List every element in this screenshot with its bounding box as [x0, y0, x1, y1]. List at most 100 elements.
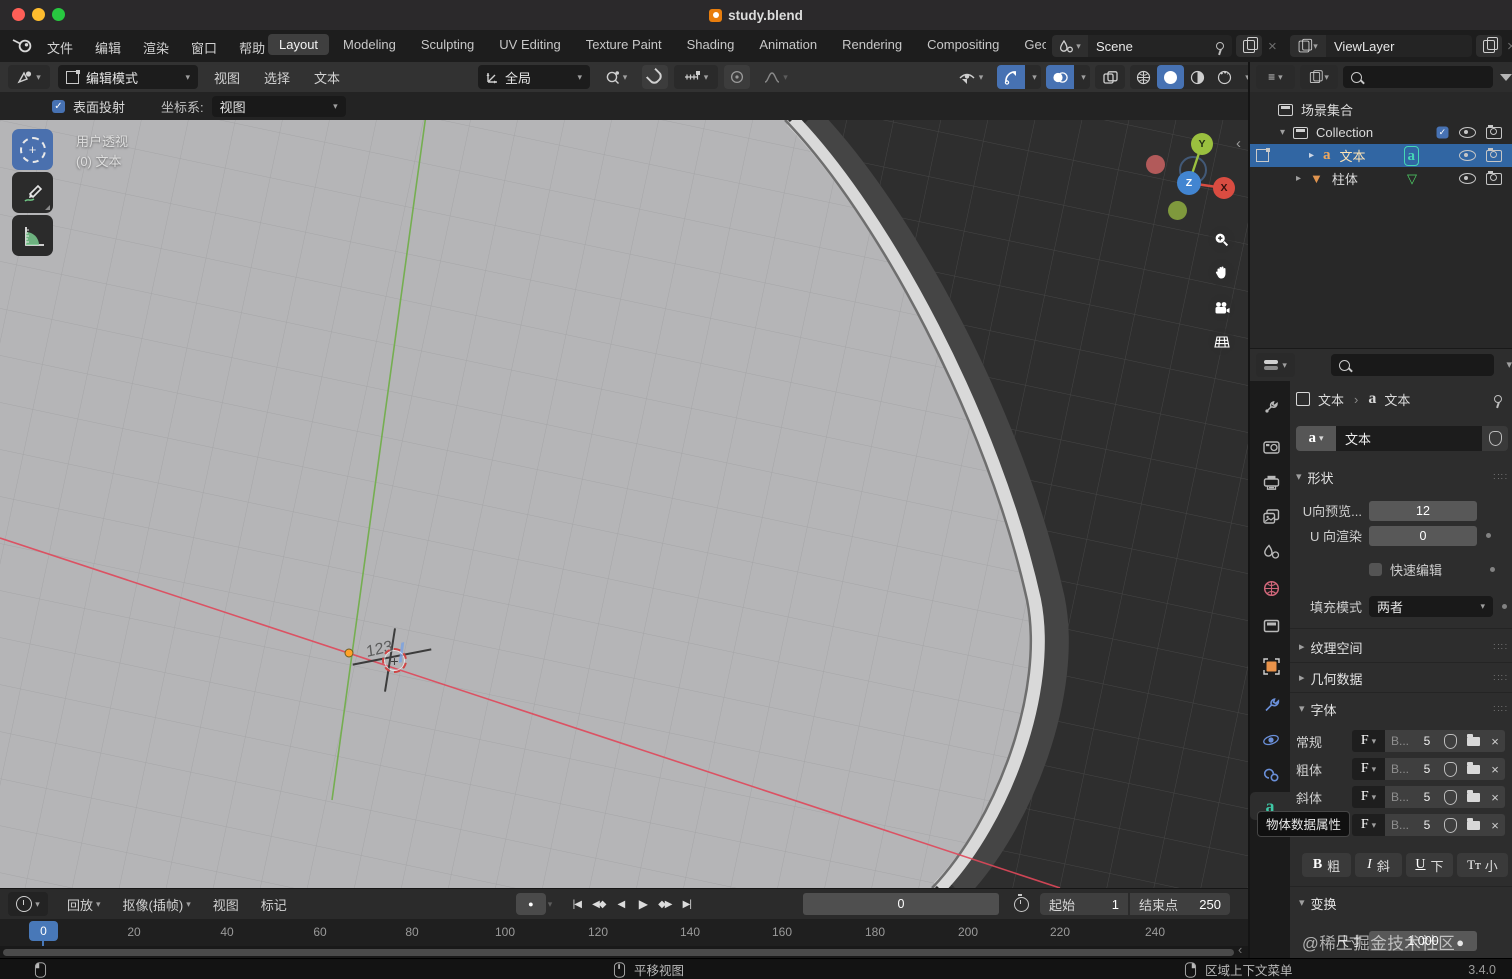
- workspace-tab-shading[interactable]: Shading: [676, 34, 746, 55]
- properties-editor-type-dropdown[interactable]: ▾: [1256, 353, 1296, 377]
- tab-collection-props[interactable]: [1254, 612, 1288, 640]
- jump-to-end-button[interactable]: ▶|: [676, 894, 697, 915]
- geometry-panel-header[interactable]: ▸ 几何数据 ∷∷: [1296, 667, 1508, 689]
- workspace-tab-texture-paint[interactable]: Texture Paint: [575, 34, 673, 55]
- font-browse-dropdown[interactable]: F ▾: [1352, 730, 1385, 752]
- menu-select[interactable]: 选择: [256, 68, 298, 87]
- outliner-row-text-object[interactable]: ▸ a 文本 a: [1250, 144, 1512, 167]
- gizmo-axis-x-ball[interactable]: X: [1213, 177, 1235, 199]
- overlays-dropdown[interactable]: ▾: [1074, 65, 1090, 89]
- use-preview-range-button[interactable]: [1007, 893, 1035, 915]
- menu-view-timeline[interactable]: 视图: [202, 895, 250, 914]
- shape-panel-header[interactable]: ▾ 形状 ∷∷: [1296, 466, 1508, 488]
- gizmo-axis-neg-y-ball[interactable]: [1168, 201, 1187, 220]
- camera-render-icon[interactable]: [1486, 147, 1502, 162]
- font-fake-user-button[interactable]: [1439, 730, 1462, 752]
- filter-funnel-icon[interactable]: [1500, 73, 1512, 81]
- scene-browse-button[interactable]: ▾: [1052, 35, 1088, 57]
- panel-grip-icon[interactable]: ∷∷: [1493, 704, 1508, 715]
- proportional-falloff-dropdown[interactable]: ▾: [756, 65, 796, 89]
- viewlayer-new-button[interactable]: [1476, 35, 1502, 57]
- transform-panel-header[interactable]: ▾ 变换: [1296, 892, 1508, 914]
- scene-unlink-icon[interactable]: ×: [1268, 39, 1277, 54]
- font-unlink-button[interactable]: ×: [1485, 786, 1505, 808]
- tab-tool[interactable]: [1254, 392, 1288, 420]
- outliner-display-mode-dropdown[interactable]: ≡ ▾: [1256, 65, 1295, 89]
- cursor-tool-button[interactable]: +: [12, 129, 53, 170]
- font-open-button[interactable]: [1462, 758, 1485, 780]
- pivot-point-dropdown[interactable]: ▾: [596, 65, 636, 89]
- active-tool-dropdown[interactable]: ▾: [8, 65, 50, 89]
- snap-settings-dropdown[interactable]: ▾: [674, 65, 718, 89]
- outliner-row-collection[interactable]: ▾ Collection ✓: [1250, 121, 1512, 144]
- viewlayer-browse-button[interactable]: ▾: [1290, 35, 1326, 57]
- outliner-row-scene-collection[interactable]: 场景集合: [1250, 98, 1512, 121]
- timeline-scrollbar[interactable]: [3, 949, 1234, 956]
- annotate-tool-button[interactable]: [12, 172, 53, 213]
- measure-tool-button[interactable]: [12, 215, 53, 256]
- disclosure-closed-icon[interactable]: ▸: [1309, 150, 1314, 161]
- workspace-tab-sculpting[interactable]: Sculpting: [410, 34, 485, 55]
- texture-space-panel-header[interactable]: ▸ 纹理空间 ∷∷: [1296, 636, 1508, 658]
- fake-user-button[interactable]: [1482, 426, 1508, 451]
- tab-modifiers[interactable]: [1254, 690, 1288, 718]
- workspace-tab-modeling[interactable]: Modeling: [332, 34, 407, 55]
- outliner-search-input[interactable]: [1343, 66, 1493, 88]
- id-name-field[interactable]: 文本: [1336, 426, 1482, 451]
- tab-physics[interactable]: [1254, 726, 1288, 754]
- orientation-select[interactable]: 视图 ▾: [211, 96, 346, 117]
- fast-edit-checkbox[interactable]: ✓: [1369, 563, 1382, 576]
- snap-toggle-button[interactable]: [642, 65, 668, 89]
- menu-window[interactable]: 窗口: [180, 38, 228, 57]
- tab-object[interactable]: [1254, 652, 1288, 680]
- font-panel-header[interactable]: ▾ 字体 ∷∷: [1296, 698, 1508, 720]
- current-frame-field[interactable]: 0: [803, 893, 999, 915]
- pin-icon[interactable]: [1494, 395, 1502, 403]
- eye-visibility-icon[interactable]: [1459, 127, 1476, 138]
- tab-scene[interactable]: [1254, 538, 1288, 566]
- shading-wireframe-button[interactable]: [1130, 65, 1157, 89]
- shading-rendered-button[interactable]: [1211, 65, 1238, 89]
- transform-orientation-dropdown[interactable]: 全局 ▾: [478, 65, 590, 89]
- animate-dot[interactable]: [1490, 567, 1495, 572]
- font-unlink-button[interactable]: ×: [1485, 814, 1505, 836]
- xray-toggle-button[interactable]: [1095, 65, 1125, 89]
- timeline-ruler[interactable]: 20 40 60 80 100 120 140 160 180 200 220 …: [0, 919, 1248, 949]
- overlays-toggle-button[interactable]: [1046, 65, 1074, 89]
- fill-mode-select[interactable]: 两者 ▾: [1369, 596, 1493, 617]
- region-collapse-icon[interactable]: ‹: [1238, 942, 1242, 957]
- tab-world[interactable]: [1254, 574, 1288, 602]
- font-users-count[interactable]: 5: [1415, 786, 1439, 808]
- scene-name-field[interactable]: Scene: [1088, 35, 1232, 57]
- tab-output[interactable]: [1254, 468, 1288, 496]
- workspace-tab-geometry-nodes[interactable]: Geometry Nodes: [1013, 34, 1046, 55]
- frame-end-field[interactable]: 结束点 250: [1130, 893, 1230, 915]
- font-name-field[interactable]: B...: [1385, 730, 1415, 752]
- pan-view-button[interactable]: [1208, 259, 1235, 286]
- menu-render[interactable]: 渲染: [132, 38, 180, 57]
- font-open-button[interactable]: [1462, 786, 1485, 808]
- disclosure-closed-icon[interactable]: ▸: [1296, 173, 1301, 184]
- font-name-field[interactable]: B...: [1385, 814, 1415, 836]
- collection-exclude-checkbox[interactable]: ✓: [1436, 126, 1449, 139]
- outliner-collapse-icon[interactable]: ‹: [1236, 135, 1241, 152]
- menu-keying[interactable]: 抠像(插帧) ▾: [112, 895, 202, 914]
- tab-render[interactable]: [1254, 432, 1288, 460]
- disclosure-open-icon[interactable]: ▾: [1280, 127, 1285, 138]
- u-render-value[interactable]: 0: [1369, 525, 1477, 546]
- mode-dropdown[interactable]: 编辑模式 ▾: [58, 65, 198, 89]
- camera-view-button[interactable]: [1208, 294, 1235, 321]
- font-name-field[interactable]: B...: [1385, 758, 1415, 780]
- viewport-3d[interactable]: 用户透视 (0) 文本 + 123 + Y Z X ‹: [0, 120, 1248, 888]
- workspace-tab-uv-editing[interactable]: UV Editing: [488, 34, 571, 55]
- blender-logo-icon[interactable]: [12, 37, 34, 57]
- menu-file[interactable]: 文件: [36, 38, 84, 57]
- play-button[interactable]: ▶: [632, 894, 653, 915]
- breadcrumb-data[interactable]: 文本: [1384, 390, 1494, 409]
- surface-project-checkbox[interactable]: ✓: [52, 100, 65, 113]
- next-keyframe-button[interactable]: ◆▶: [654, 894, 675, 915]
- gizmo-axis-y-ball[interactable]: Y: [1191, 133, 1213, 155]
- menu-playback[interactable]: 回放 ▾: [56, 895, 112, 914]
- font-unlink-button[interactable]: ×: [1485, 758, 1505, 780]
- outliner-row-cylinder-object[interactable]: ▸ ▼ 柱体 ▽: [1250, 167, 1512, 190]
